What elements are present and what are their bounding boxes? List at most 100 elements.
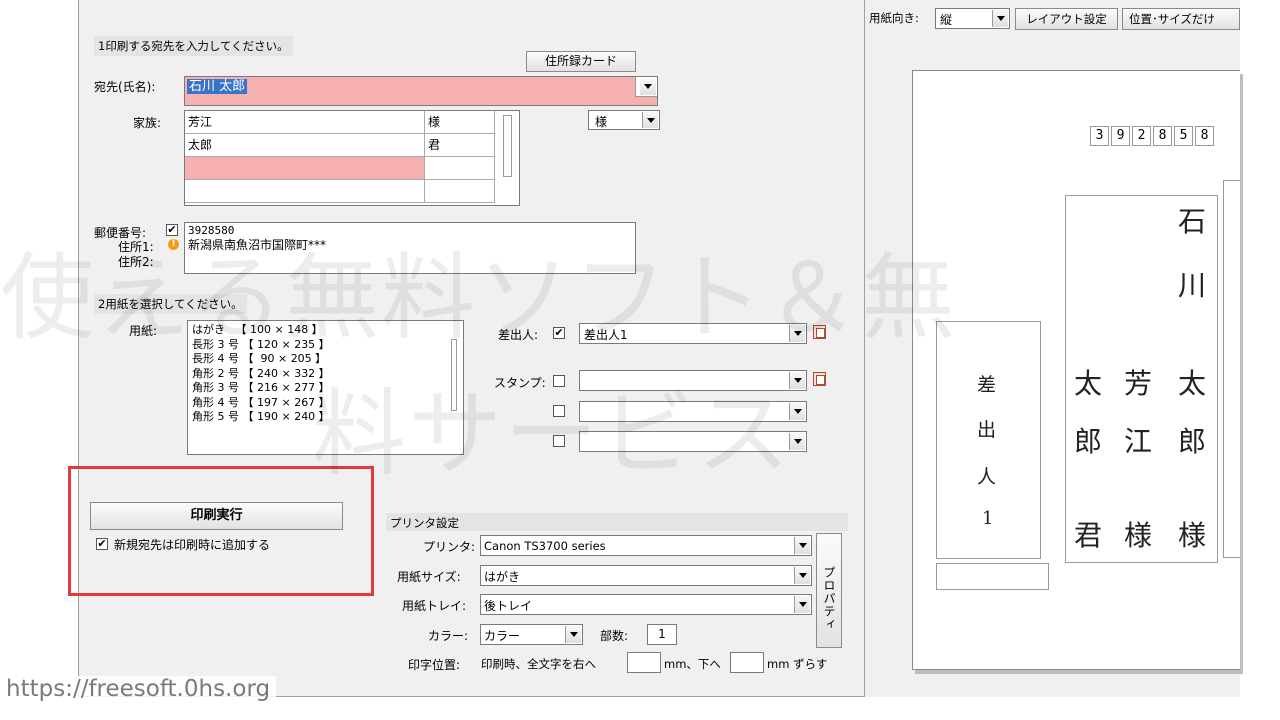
chevron-down-icon [793,331,802,336]
family-table: 芳江 様 太郎 君 [184,110,520,206]
family-name-cell[interactable]: 太郎 [185,134,425,157]
list-item[interactable]: 角形 4 号 【 197 × 267 】 [192,396,459,411]
offset-right-input[interactable] [627,652,661,673]
honorific-select-value: 様 [595,115,608,129]
stamp-checkbox-1[interactable] [553,375,565,387]
preview-recipient-char: 石 [1178,205,1207,238]
preview-recipient-char: 川 [1178,269,1207,302]
printer-label: プリンタ: [423,540,476,554]
sender-label: 差出人: [498,328,539,342]
preview-family-char: 君 [1074,519,1103,552]
stamp-select-3[interactable] [579,431,807,452]
family-scrollbar[interactable] [503,115,512,177]
chevron-down-icon [646,117,655,123]
sender-edit-icon[interactable] [813,325,826,339]
name-input-value: 石川 太郎 [187,79,248,94]
chevron-down-icon [793,409,802,414]
address-card-button[interactable]: 住所録カード [526,51,636,72]
chevron-down-icon [996,16,1005,21]
paper-list[interactable]: はがき 【 100 × 148 】 長形 3 号 【 120 × 235 】 長… [187,320,464,455]
recipient-section-header: 1印刷する宛先を入力してください。 [94,36,293,56]
chevron-down-icon [798,602,807,607]
postal-checkbox[interactable]: ✔ [166,224,178,236]
list-item[interactable]: 角形 3 号 【 216 × 277 】 [192,381,459,396]
sender-select[interactable]: 差出人1 [579,323,807,344]
family-name-cell[interactable]: 芳江 [185,111,425,134]
family-honorific-cell[interactable] [425,180,495,203]
offset-down-input[interactable] [730,652,764,673]
printer-select[interactable]: Canon TS3700 series [480,535,812,556]
stamp-checkbox-2[interactable] [553,405,565,417]
sender-checkbox[interactable]: ✔ [553,327,565,339]
postal-digit-box: 9 [1111,126,1130,146]
family-name-cell[interactable] [185,157,425,180]
stamp-checkbox-3[interactable] [553,435,565,447]
family-name-cell[interactable] [185,180,425,203]
paper-size-select[interactable]: はがき [480,565,812,586]
warning-icon: ! [168,239,179,250]
preview-sender-char: 人 [977,466,997,488]
list-item[interactable]: 長形 3 号 【 120 × 235 】 [192,338,459,353]
list-item[interactable]: 角形 2 号 【 240 × 332 】 [192,367,459,382]
preview-sender-char: 出 [977,419,997,441]
honorific-select[interactable]: 様 [588,110,660,130]
paper-list-scrollbar[interactable] [451,339,457,411]
sender-select-value: 差出人1 [584,328,628,342]
list-item[interactable]: はがき 【 100 × 148 】 [192,323,459,338]
layout-settings-button[interactable]: レイアウト設定 [1015,8,1118,30]
printer-settings-header: プリンタ設定 [390,516,459,530]
address-frame [1223,180,1240,558]
preview-recipient-char: 様 [1178,519,1207,552]
postal-digit-box: 2 [1132,126,1151,146]
name-dropdown[interactable] [635,77,657,97]
paper-label: 用紙: [129,324,158,338]
postal-digit-box: 5 [1174,126,1193,146]
printer-settings-header-bar: プリンタ設定 [386,513,848,531]
tray-label: 用紙トレイ: [402,599,467,613]
chevron-down-icon [793,439,802,444]
copies-input[interactable]: 1 [647,624,677,645]
color-value: カラー [484,629,521,643]
position-text-right: 印刷時、全文字を右へ [481,657,596,671]
orientation-label: 用紙向き: [869,11,919,25]
postal-digit-box: 3 [1090,126,1109,146]
name-input[interactable]: 石川 太郎 [184,76,658,106]
preview-family-char: 江 [1124,425,1153,458]
paper-section-header: 2用紙を選択してください。 [94,294,247,314]
family-honorific-cell[interactable]: 君 [425,134,495,157]
chevron-down-icon [798,543,807,548]
chevron-down-icon [644,84,652,89]
postal-value: 3928580 [188,224,235,237]
preview-family-char: 郎 [1074,425,1103,458]
family-honorific-cell[interactable] [425,157,495,180]
chevron-down-icon [798,573,807,578]
sender-postal-frame [936,563,1049,590]
orientation-value: 縦 [940,13,953,27]
position-text-shift: mm ずらす [767,657,828,671]
name-label: 宛先(氏名): [94,80,156,94]
color-select[interactable]: カラー [480,624,583,645]
position-text-down: mm、下へ [664,657,721,671]
printer-select-value: Canon TS3700 series [484,539,606,553]
add-new-checkbox[interactable]: ✔ [96,538,108,550]
tray-select[interactable]: 後トレイ [480,594,812,615]
properties-button[interactable]: プロパティ [816,533,842,648]
position-label: 印字位置: [408,658,461,672]
orientation-select[interactable]: 縦 [935,8,1010,29]
preview-sender-char: 1 [982,508,994,529]
preview-recipient-char: 郎 [1178,425,1207,458]
family-honorific-cell[interactable]: 様 [425,111,495,134]
list-item[interactable]: 角形 5 号 【 190 × 240 】 [192,410,459,425]
print-execute-button[interactable]: 印刷実行 [90,502,343,530]
list-item[interactable]: 長形 4 号 【 90 × 205 】 [192,352,459,367]
stamp-select-1[interactable] [579,370,807,391]
preview-family-char: 芳 [1124,367,1153,400]
position-size-button[interactable]: 位置･サイズだけ [1122,8,1240,30]
stamp-select-2[interactable] [579,401,807,422]
address-textarea[interactable]: 3928580 新潟県南魚沼市国際町*** [184,222,636,274]
stamp-edit-icon[interactable] [813,372,826,386]
paper-size-label: 用紙サイズ: [397,570,461,584]
color-label: カラー: [428,629,469,643]
preview-family-char: 様 [1124,519,1153,552]
preview-recipient-char: 太 [1178,367,1207,400]
